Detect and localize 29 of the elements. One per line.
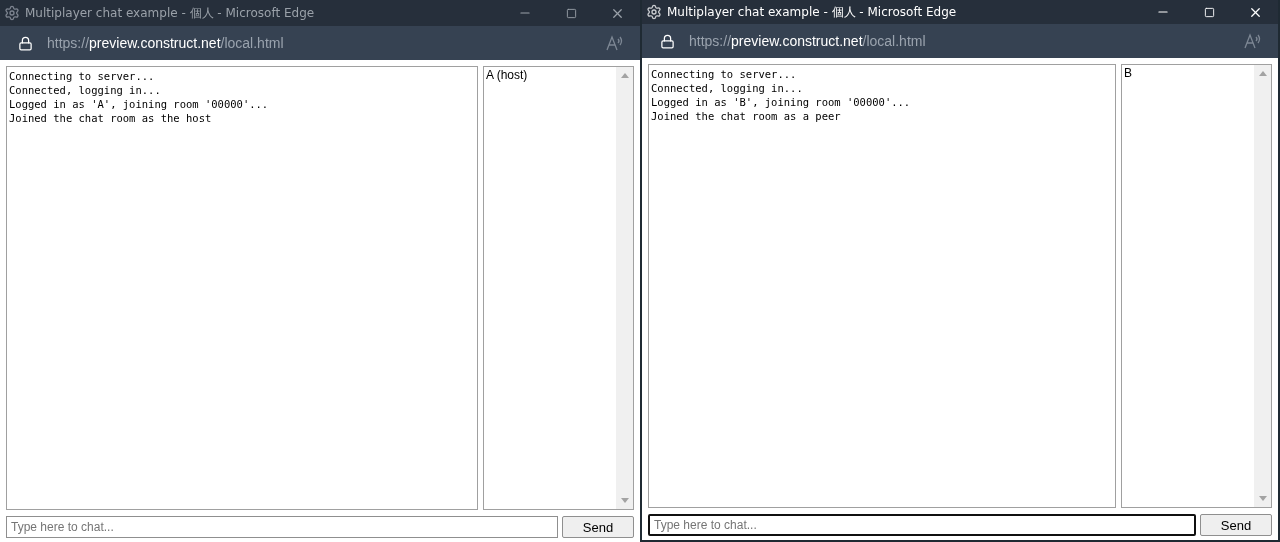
send-button[interactable]: Send: [562, 516, 634, 538]
lock-icon: [18, 35, 33, 51]
scroll-up-icon[interactable]: [620, 73, 629, 78]
send-button[interactable]: Send: [1200, 514, 1272, 536]
window-title: Multiplayer chat example - 個人 - Microsoft Edge: [667, 3, 958, 21]
scroll-down-icon[interactable]: [1258, 496, 1267, 501]
scrollbar[interactable]: [1254, 65, 1271, 507]
lock-icon: [660, 33, 675, 49]
gear-icon: [4, 5, 20, 21]
log-line: Logged in as 'A', joining room '00000'...: [9, 97, 270, 111]
log-line: Joined the chat room as a peer: [651, 109, 842, 123]
chat-input[interactable]: Type here to chat...: [6, 516, 558, 538]
user-item[interactable]: A (host): [486, 68, 614, 82]
url-text[interactable]: https://preview.construct.net/local.html: [47, 35, 606, 51]
scroll-down-icon[interactable]: [620, 498, 629, 503]
log-line: Connecting to server...: [651, 67, 798, 81]
log-line: Logged in as 'B', joining room '00000'...: [651, 95, 912, 109]
log-line: Connecting to server...: [9, 69, 156, 83]
log-line: Connected, logging in...: [651, 81, 804, 95]
log-line: Connected, logging in...: [9, 83, 162, 97]
chat-input[interactable]: Type here to chat...: [648, 514, 1196, 536]
window-title: Multiplayer chat example - 個人 - Microsoft Edge: [25, 4, 316, 22]
maximize-icon[interactable]: [565, 7, 577, 19]
log-line: Joined the chat room as the host: [9, 111, 213, 125]
user-item[interactable]: B: [1124, 66, 1252, 80]
scrollbar[interactable]: [616, 67, 633, 509]
scroll-up-icon[interactable]: [1258, 71, 1267, 76]
gear-icon: [646, 4, 662, 20]
url-text[interactable]: https://preview.construct.net/local.html: [689, 33, 1244, 49]
